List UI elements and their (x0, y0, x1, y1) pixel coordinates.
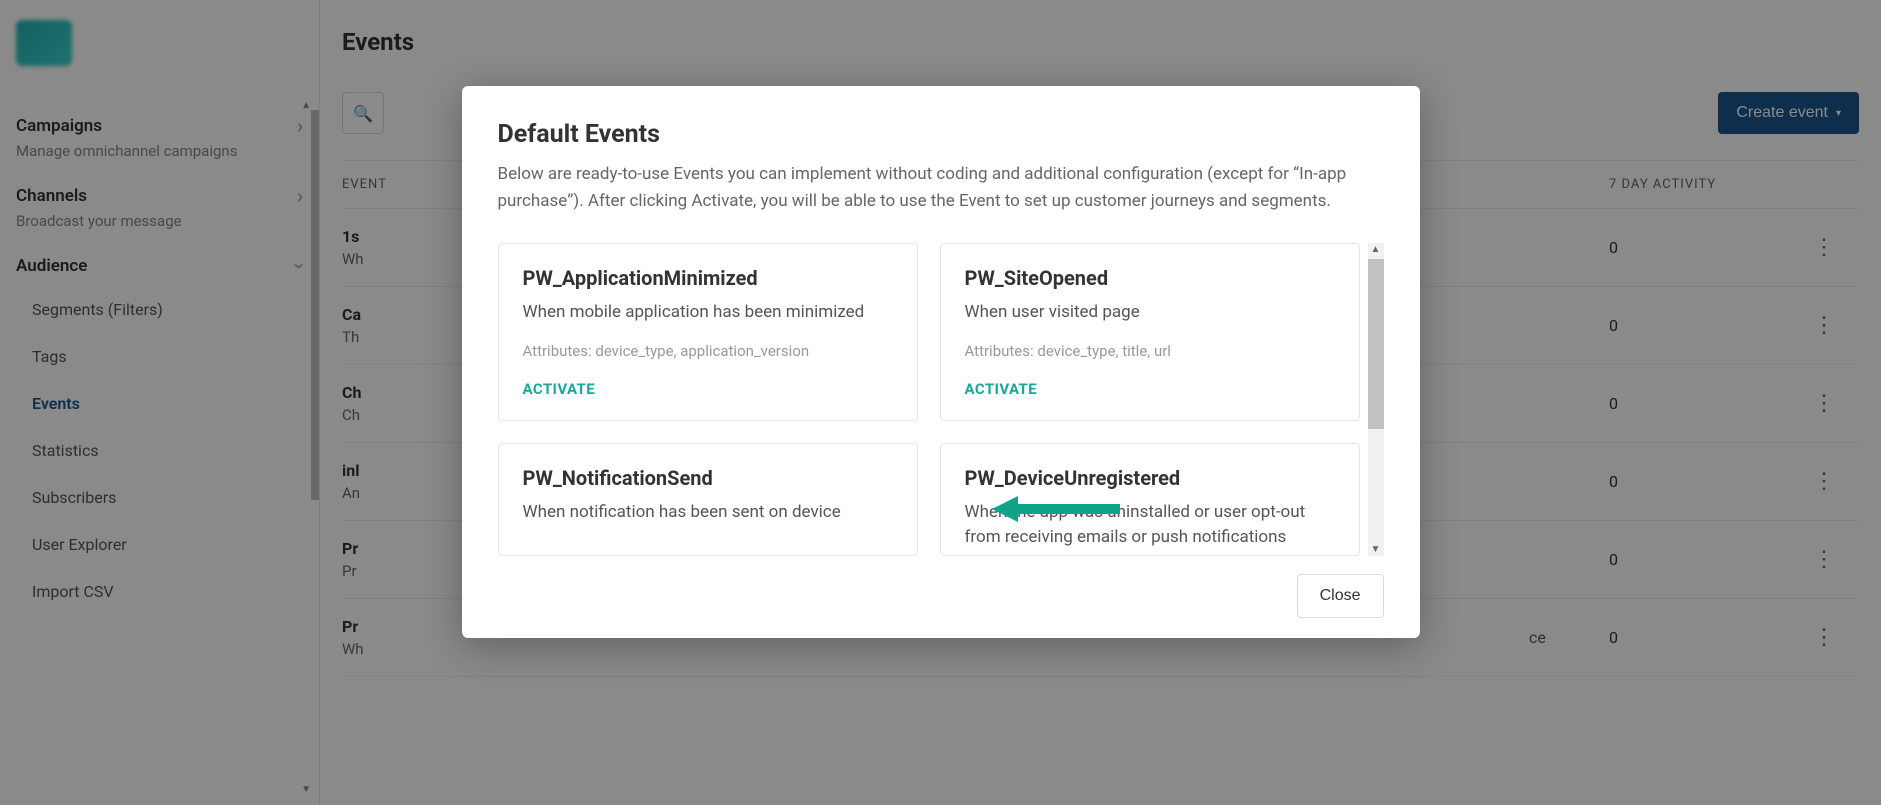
card-desc: When notification has been sent on devic… (523, 500, 893, 526)
scrollbar-thumb[interactable] (1368, 259, 1384, 429)
activate-button[interactable]: ACTIVATE (523, 380, 596, 398)
activate-button[interactable]: ACTIVATE (965, 380, 1038, 398)
card-attrs: Attributes: device_type, title, url (965, 342, 1335, 360)
event-card: PW_SiteOpened When user visited page Att… (940, 243, 1360, 421)
cards-container: PW_ApplicationMinimized When mobile appl… (498, 243, 1384, 556)
cards-scrollbar[interactable]: ▲ ▼ (1368, 243, 1384, 556)
event-card: PW_DeviceUnregistered When the app was u… (940, 443, 1360, 556)
modal-description: Below are ready-to-use Events you can im… (498, 161, 1384, 215)
card-title: PW_SiteOpened (965, 266, 1335, 290)
close-button[interactable]: Close (1297, 574, 1384, 618)
scroll-up-icon[interactable]: ▲ (1368, 244, 1384, 255)
modal-footer: Close (498, 556, 1384, 618)
scroll-down-icon[interactable]: ▼ (1368, 544, 1384, 555)
event-card: PW_NotificationSend When notification ha… (498, 443, 918, 556)
card-title: PW_ApplicationMinimized (523, 266, 893, 290)
card-desc: When the app was uninstalled or user opt… (965, 500, 1335, 551)
default-events-modal: Default Events Below are ready-to-use Ev… (462, 86, 1420, 638)
modal-title: Default Events (498, 120, 1384, 149)
event-card: PW_ApplicationMinimized When mobile appl… (498, 243, 918, 421)
modal-overlay: Default Events Below are ready-to-use Ev… (0, 0, 1881, 805)
card-title: PW_NotificationSend (523, 466, 893, 490)
card-desc: When mobile application has been minimiz… (523, 300, 893, 326)
card-attrs: Attributes: device_type, application_ver… (523, 342, 893, 360)
card-desc: When user visited page (965, 300, 1335, 326)
card-title: PW_DeviceUnregistered (965, 466, 1335, 490)
